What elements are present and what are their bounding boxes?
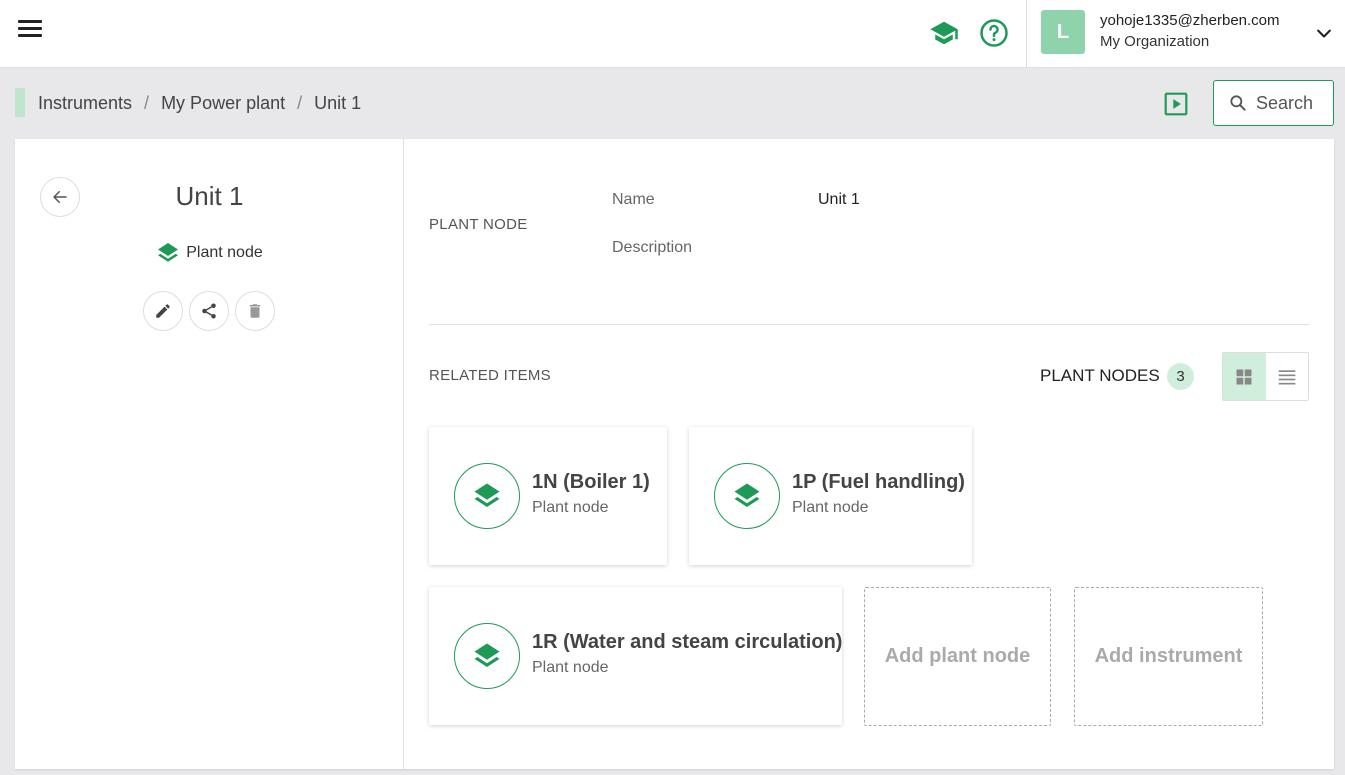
page-title: Unit 1 bbox=[175, 181, 244, 211]
plant-nodes-label: PLANT NODES bbox=[1040, 366, 1160, 385]
help-icon[interactable] bbox=[979, 18, 1009, 48]
search-label: Search bbox=[1256, 92, 1314, 113]
top-bar: L yohoje1335@zherben.com My Organization bbox=[0, 0, 1345, 68]
name-label: Name bbox=[612, 191, 655, 208]
grid-view-button[interactable] bbox=[1223, 353, 1266, 400]
pencil-icon bbox=[156, 304, 170, 318]
section-label-plant-node: PLANT NODE bbox=[429, 216, 528, 233]
search-icon bbox=[1230, 95, 1246, 111]
section-label-related-items: RELATED ITEMS bbox=[429, 367, 551, 384]
view-toggle bbox=[1222, 352, 1309, 401]
avatar: L bbox=[1041, 10, 1085, 54]
card-subtitle: Plant node bbox=[532, 499, 609, 516]
add-plant-node-button[interactable]: Add plant node bbox=[864, 587, 1051, 726]
action-row bbox=[143, 291, 275, 331]
graduation-cap-icon[interactable] bbox=[929, 18, 959, 48]
node-type: Plant node bbox=[15, 241, 404, 265]
play-icon[interactable] bbox=[1163, 91, 1189, 117]
breadcrumb-item-instruments[interactable]: Instruments bbox=[38, 93, 132, 114]
share-button[interactable] bbox=[189, 291, 229, 331]
plant-node-card[interactable]: 1R (Water and steam circulation) Plant n… bbox=[429, 587, 842, 725]
list-view-button[interactable] bbox=[1266, 353, 1309, 400]
chevron-down-icon[interactable] bbox=[1314, 24, 1334, 44]
breadcrumb-accent bbox=[15, 88, 25, 117]
card-title: 1R (Water and steam circulation) bbox=[532, 631, 843, 653]
trash-icon bbox=[249, 304, 261, 318]
add-instrument-button[interactable]: Add instrument bbox=[1074, 587, 1263, 726]
menu-icon[interactable] bbox=[18, 20, 42, 40]
breadcrumb-bar: Instruments / My Power plant / Unit 1 Se… bbox=[0, 68, 1345, 138]
organization-name: My Organization bbox=[1100, 33, 1210, 50]
main-panel: Unit 1 Plant node PLANT NODE Name Unit 1… bbox=[15, 139, 1334, 769]
divider bbox=[429, 324, 1309, 325]
breadcrumb-separator: / bbox=[297, 93, 303, 113]
node-type-label: Plant node bbox=[186, 244, 263, 261]
description-label: Description bbox=[612, 239, 693, 256]
user-email: yohoje1335@zherben.com bbox=[1100, 12, 1280, 29]
plant-node-card[interactable]: 1P (Fuel handling) Plant node bbox=[689, 427, 972, 565]
grid-icon bbox=[1236, 369, 1252, 384]
breadcrumb-item-power-plant[interactable]: My Power plant bbox=[161, 93, 285, 114]
plant-nodes-count-badge: 3 bbox=[1167, 363, 1194, 390]
search-button[interactable]: Search bbox=[1213, 80, 1334, 126]
node-details: PLANT NODE Name Unit 1 Description RELAT… bbox=[405, 139, 1334, 769]
plant-node-card[interactable]: 1N (Boiler 1) Plant node bbox=[429, 427, 667, 565]
card-subtitle: Plant node bbox=[792, 499, 869, 516]
layers-icon bbox=[454, 623, 520, 689]
edit-button[interactable] bbox=[143, 291, 183, 331]
card-title: 1N (Boiler 1) bbox=[532, 471, 650, 493]
user-menu[interactable]: L yohoje1335@zherben.com My Organization bbox=[1026, 0, 1345, 68]
breadcrumb-separator: / bbox=[144, 93, 150, 113]
breadcrumb: Instruments / My Power plant / Unit 1 bbox=[38, 93, 361, 114]
name-value: Unit 1 bbox=[818, 191, 860, 208]
delete-button[interactable] bbox=[235, 291, 275, 331]
breadcrumb-item-current: Unit 1 bbox=[314, 93, 362, 113]
card-title: 1P (Fuel handling) bbox=[792, 471, 965, 493]
list-icon bbox=[1278, 369, 1296, 384]
layers-icon bbox=[454, 463, 520, 529]
layers-icon bbox=[158, 243, 179, 262]
layers-icon bbox=[714, 463, 780, 529]
share-icon bbox=[202, 303, 216, 319]
node-summary: Unit 1 Plant node bbox=[15, 139, 404, 769]
card-subtitle: Plant node bbox=[532, 659, 609, 676]
